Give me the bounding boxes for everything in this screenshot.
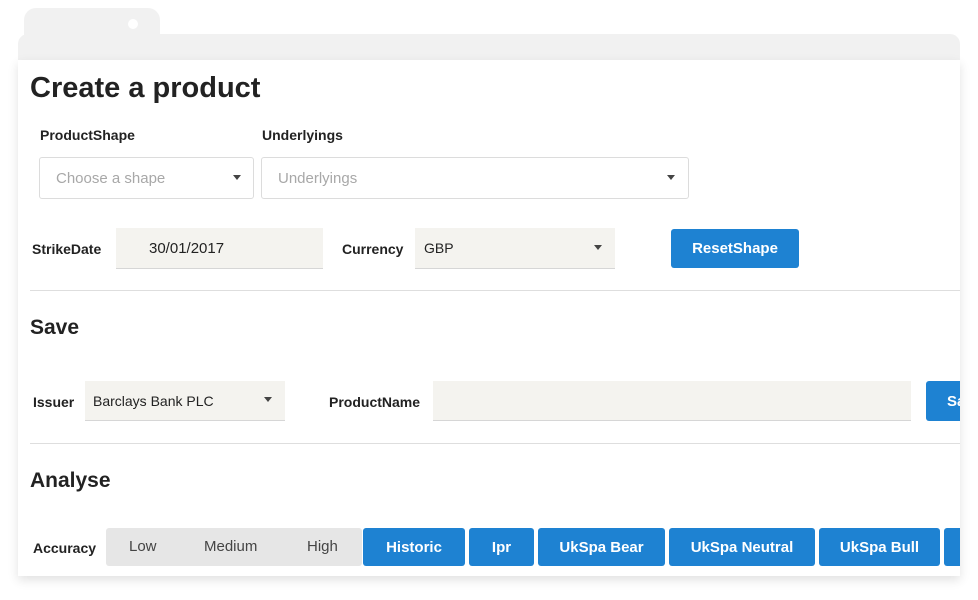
window-tab-dot: [128, 19, 138, 29]
currency-value: GBP: [424, 240, 454, 256]
reset-shape-button[interactable]: ResetShape: [671, 229, 799, 268]
save-button[interactable]: Sa: [926, 381, 960, 421]
page-title: Create a product: [30, 72, 261, 104]
underlyings-label: Underlyings: [262, 127, 343, 143]
chevron-down-icon: [233, 175, 241, 180]
accuracy-option-low[interactable]: Low: [129, 538, 157, 555]
overflow-button[interactable]: [944, 528, 960, 566]
chevron-down-icon: [667, 175, 675, 180]
ipr-button[interactable]: Ipr: [469, 528, 534, 566]
chevron-down-icon: [264, 397, 272, 402]
accuracy-label: Accuracy: [33, 540, 97, 556]
divider: [30, 443, 960, 444]
strike-date-value: 30/01/2017: [149, 239, 225, 257]
issuer-value: Barclays Bank PLC: [93, 392, 214, 409]
ukspa-bear-button[interactable]: UkSpa Bear: [538, 528, 665, 566]
currency-label: Currency: [342, 241, 404, 257]
strike-date-field[interactable]: 30/01/2017: [116, 228, 323, 269]
ukspa-neutral-button[interactable]: UkSpa Neutral: [669, 528, 815, 566]
accuracy-option-high[interactable]: High: [307, 538, 338, 555]
product-shape-select[interactable]: Choose a shape: [39, 157, 254, 199]
currency-select[interactable]: GBP: [415, 228, 615, 269]
ukspa-bull-button[interactable]: UkSpa Bull: [819, 528, 940, 566]
analyse-section-title: Analyse: [30, 469, 111, 492]
main-window: Create a product ProductShape Choose a s…: [18, 60, 960, 576]
underlyings-select[interactable]: Underlyings: [261, 157, 689, 199]
issuer-label: Issuer: [33, 394, 75, 410]
historic-button[interactable]: Historic: [363, 528, 465, 566]
window-chrome-bar: [18, 34, 960, 60]
product-shape-label: ProductShape: [40, 127, 135, 143]
strike-date-label: StrikeDate: [32, 241, 102, 257]
underlyings-placeholder: Underlyings: [278, 169, 358, 187]
accuracy-option-medium[interactable]: Medium: [204, 538, 257, 555]
product-shape-placeholder: Choose a shape: [56, 169, 166, 187]
issuer-select[interactable]: Barclays Bank PLC: [85, 381, 285, 421]
app-frame: Create a product ProductShape Choose a s…: [0, 0, 978, 600]
save-section-title: Save: [30, 316, 80, 339]
product-name-label: ProductName: [329, 394, 421, 410]
product-name-input[interactable]: [433, 381, 911, 421]
divider: [30, 290, 960, 291]
chevron-down-icon: [594, 245, 602, 250]
accuracy-segmented-control: Low Medium High: [106, 528, 362, 566]
